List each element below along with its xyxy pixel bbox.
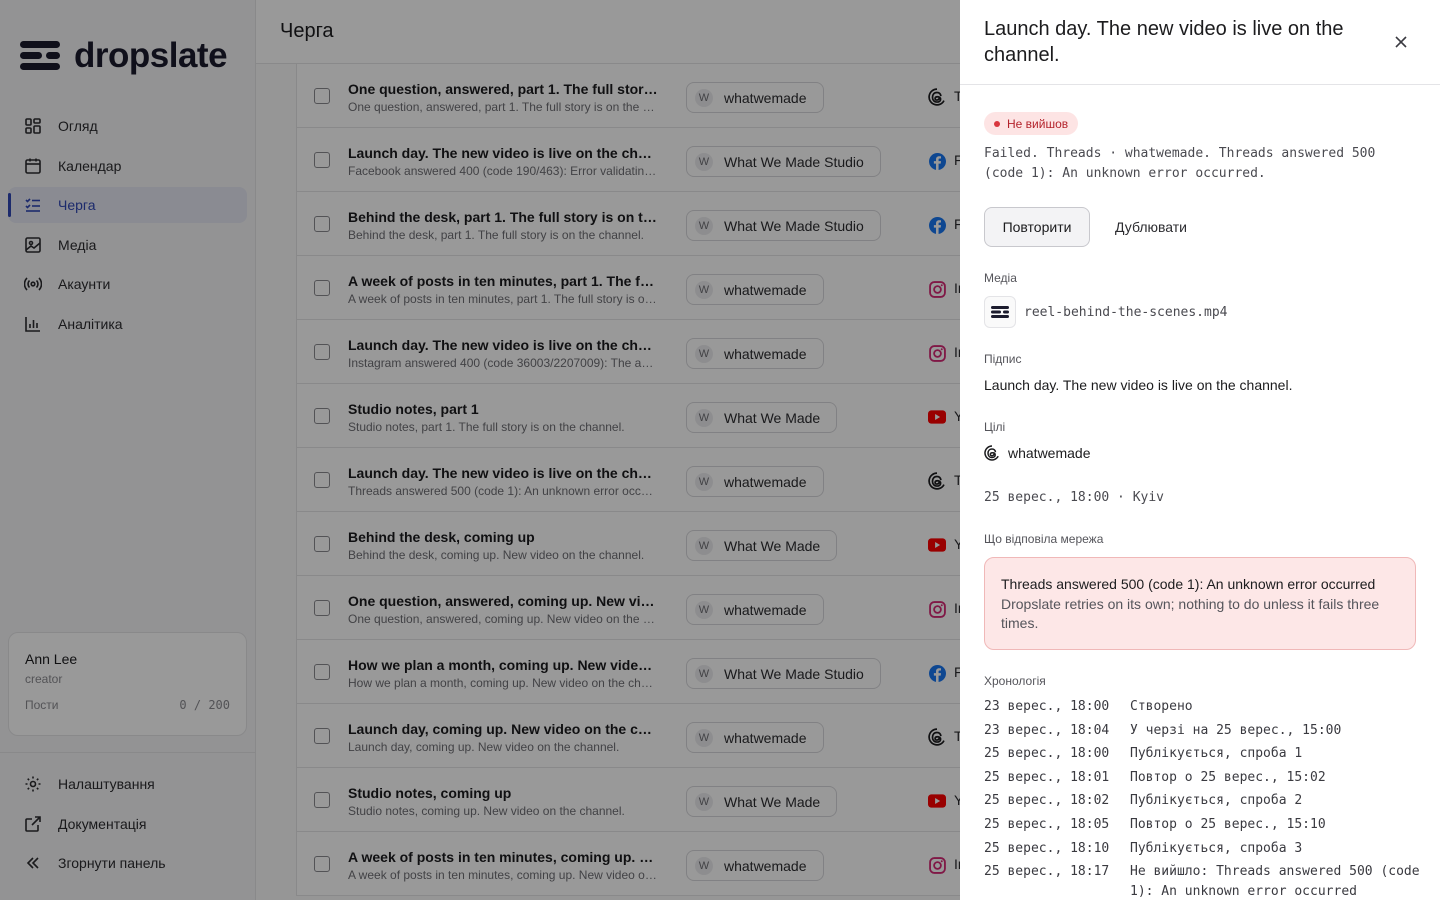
caption-label: Підпис: [984, 352, 1022, 366]
drawer-title: Launch day. The new video is live on the…: [984, 18, 1344, 66]
close-button[interactable]: [1391, 32, 1411, 52]
timeline-text: Публікується, спроба 2: [1130, 793, 1303, 809]
schedule-time: 25 верес., 18:00 · Kyiv: [984, 490, 1165, 505]
error-box: Threads answered 500 (code 1): An unknow…: [984, 557, 1416, 650]
media-filename: reel-behind-the-scenes.mp4: [1024, 304, 1228, 320]
error-title: Threads answered 500 (code 1): An unknow…: [1001, 576, 1376, 592]
timeline-time: 23 верес., 18:00: [984, 699, 1110, 714]
retry-button[interactable]: Повторити: [984, 207, 1090, 247]
caption-text: Launch day. The new video is live on the…: [984, 377, 1293, 393]
post-detail-drawer: Launch day. The new video is live on the…: [960, 0, 1440, 900]
media-item[interactable]: reel-behind-the-scenes.mp4: [984, 296, 1228, 328]
timeline-text: Повтор о 25 верес., 15:02: [1130, 769, 1326, 785]
threads-icon: [984, 445, 999, 461]
drawer-header: Launch day. The new video is live on the…: [960, 0, 1440, 85]
media-label: Медіа: [984, 271, 1017, 285]
timeline-time: 25 верес., 18:05: [984, 816, 1110, 832]
timeline: 23 верес., 18:00 Створено 23 верес., 18:04…: [984, 697, 1424, 900]
duplicate-button[interactable]: Дублювати: [1100, 207, 1202, 247]
media-thumbnail: [984, 296, 1016, 328]
target-account-name: whatwemade: [1008, 445, 1091, 461]
timeline-entry: 25 верес., 18:17 Не вийшло: Threads answe…: [984, 862, 1424, 900]
timeline-time: 25 верес., 18:17: [984, 864, 1110, 880]
timeline-time: 23 верес., 18:04: [984, 722, 1110, 738]
timeline-time: 25 верес., 18:01: [984, 769, 1110, 785]
timeline-entry: 23 верес., 18:00 Створено: [984, 697, 1424, 717]
timeline-time: 25 верес., 18:10: [984, 840, 1110, 856]
timeline-time: 25 верес., 18:00: [984, 746, 1110, 762]
timeline-entry: 25 верес., 18:02 Публікується, спроба 2: [984, 791, 1424, 811]
video-file-icon: [991, 306, 1009, 318]
timeline-entry: 23 верес., 18:04 У черзі на 25 верес., 15…: [984, 721, 1424, 741]
timeline-text: У черзі на 25 верес., 15:00: [1130, 722, 1342, 738]
targets-label: Цілі: [984, 420, 1006, 434]
timeline-text: Не вийшло: Threads answered 500 (code 1)…: [1130, 864, 1420, 900]
status-label: Не вийшов: [1007, 116, 1069, 131]
timeline-text: Публікується, спроба 3: [1130, 840, 1303, 856]
network-response-label: Що відповіла мережа: [984, 532, 1104, 546]
timeline-text: Створено: [1130, 699, 1193, 714]
modal-backdrop[interactable]: [0, 0, 960, 900]
timeline-entry: 25 верес., 18:10 Публікується, спроба 3: [984, 839, 1424, 859]
error-description: Dropslate retries on its own; nothing to…: [1001, 596, 1380, 631]
timeline-label: Хронологія: [984, 674, 1046, 688]
timeline-time: 25 верес., 18:02: [984, 793, 1110, 809]
target-account: whatwemade: [984, 445, 1091, 461]
status-badge: Не вийшов: [984, 112, 1079, 135]
failure-summary: Failed. Threads · whatwemade. Threads an…: [984, 146, 1376, 181]
timeline-entry: 25 верес., 18:01 Повтор о 25 верес., 15:0…: [984, 768, 1424, 788]
timeline-entry: 25 верес., 18:05 Повтор о 25 верес., 15:1…: [984, 815, 1424, 835]
close-icon: [1395, 36, 1407, 48]
timeline-text: Повтор о 25 верес., 15:10: [1130, 816, 1326, 832]
timeline-text: Публікується, спроба 1: [1130, 746, 1303, 762]
status-dot-icon: [994, 120, 1000, 127]
timeline-entry: 25 верес., 18:00 Публікується, спроба 1: [984, 744, 1424, 764]
